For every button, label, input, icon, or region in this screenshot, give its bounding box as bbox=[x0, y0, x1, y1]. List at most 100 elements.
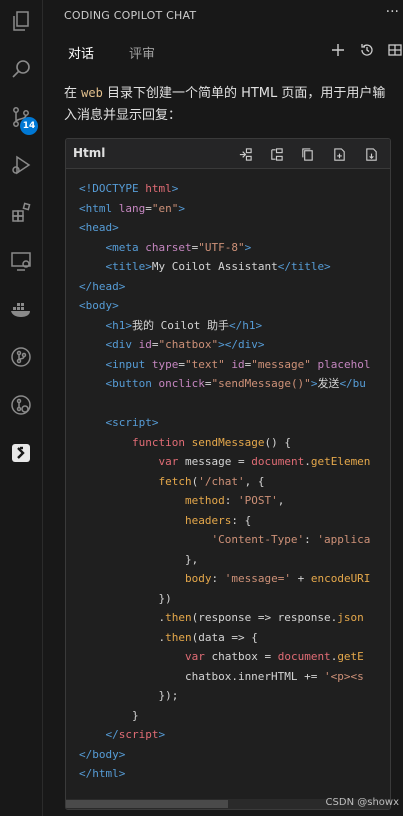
code-token: encodeURI bbox=[310, 572, 371, 585]
new-chat-icon[interactable] bbox=[328, 40, 348, 60]
code-token: () { bbox=[264, 435, 291, 449]
code-token: (data => { bbox=[191, 630, 258, 644]
docker-icon[interactable] bbox=[7, 295, 35, 323]
code-token: 'Content-Type' bbox=[211, 533, 305, 546]
code-line: </head> bbox=[79, 277, 390, 297]
code-line: 'Content-Type': 'applica bbox=[79, 530, 390, 550]
code-token: sendMessage bbox=[191, 435, 265, 449]
search-icon[interactable] bbox=[7, 55, 35, 83]
code-token: then bbox=[165, 630, 192, 644]
code-token: : { bbox=[231, 513, 252, 527]
code-token: </html> bbox=[79, 767, 126, 780]
code-line: }, bbox=[79, 550, 390, 570]
code-line: method: 'POST', bbox=[79, 491, 390, 511]
code-token: </head> bbox=[79, 279, 126, 293]
code-line: <button onclick="sendMessage()">发送</bu bbox=[79, 374, 390, 394]
code-block-header: Html bbox=[66, 139, 390, 169]
code-token: ></div> bbox=[218, 338, 265, 351]
git-graph-icon[interactable] bbox=[7, 343, 35, 371]
scrollbar-thumb[interactable] bbox=[66, 800, 228, 808]
copilot-icon[interactable] bbox=[7, 439, 35, 467]
code-token: + bbox=[290, 572, 311, 585]
code-token: message = bbox=[184, 455, 252, 468]
code-token: var bbox=[184, 650, 212, 663]
watermark: CSDN @showx bbox=[325, 797, 399, 808]
code-token: then bbox=[165, 611, 192, 624]
code-line: </body> bbox=[79, 745, 390, 765]
more-actions-icon[interactable]: ··· bbox=[386, 4, 399, 20]
code-token: 'POST' bbox=[237, 494, 278, 507]
code-token: <meta bbox=[105, 240, 146, 254]
history-icon[interactable] bbox=[357, 40, 377, 60]
code-token: <button bbox=[105, 377, 159, 390]
new-file-icon[interactable] bbox=[330, 145, 348, 163]
tab-chat[interactable]: 对话 bbox=[68, 43, 94, 62]
code-token: 我的 Coilot 助手 bbox=[132, 318, 229, 332]
code-token: > bbox=[171, 182, 179, 195]
code-token: : bbox=[211, 572, 225, 585]
code-token: "message" bbox=[251, 357, 311, 371]
tab-review[interactable]: 评审 bbox=[129, 43, 155, 62]
code-token: <title> bbox=[105, 260, 152, 273]
code-token: json bbox=[337, 611, 364, 624]
code-token: placehol bbox=[317, 357, 371, 371]
code-token: id bbox=[138, 338, 152, 351]
code-line: <h1>我的 Coilot 助手</h1> bbox=[79, 316, 390, 336]
code-token: "chatbox" bbox=[158, 338, 219, 351]
insert-at-cursor-icon[interactable] bbox=[236, 145, 254, 163]
copy-icon[interactable] bbox=[298, 145, 316, 163]
code-token: 发送 bbox=[317, 377, 340, 390]
panel-actions bbox=[323, 40, 403, 60]
layout-icon[interactable] bbox=[385, 40, 403, 60]
extensions-icon[interactable] bbox=[7, 199, 35, 227]
panel-title: CODING COPILOT CHAT bbox=[64, 9, 197, 22]
diff-apply-icon[interactable] bbox=[267, 145, 285, 163]
code-line: <title>My Coilot Assistant</title> bbox=[79, 257, 390, 277]
code-line: <input type="text" id="message" placehol bbox=[79, 355, 390, 375]
code-token: fetch bbox=[158, 474, 192, 488]
code-token: <!DOCTYPE bbox=[79, 182, 146, 195]
code-token: document bbox=[277, 650, 331, 663]
remote-explorer-icon[interactable] bbox=[7, 247, 35, 275]
code-line: .then(data => { bbox=[79, 628, 390, 648]
code-token: onclick bbox=[158, 377, 205, 390]
code-token: > bbox=[244, 240, 252, 254]
prompt-after: 目录下创建一个简单的 HTML 页面，用于用户输入消息并显示回复： bbox=[64, 86, 386, 123]
explorer-icon[interactable] bbox=[7, 7, 35, 35]
prompt-before: 在 bbox=[64, 86, 82, 101]
code-token: type bbox=[151, 357, 179, 371]
save-file-icon[interactable] bbox=[362, 145, 380, 163]
code-line: var chatbox = document.getE bbox=[79, 647, 390, 667]
code-line: chatbox.innerHTML += '<p><s bbox=[79, 667, 390, 687]
code-line: }) bbox=[79, 589, 390, 609]
code-line: <div id="chatbox"></div> bbox=[79, 335, 390, 355]
prompt-keyword: web bbox=[81, 86, 103, 100]
code-token: headers bbox=[184, 513, 232, 527]
source-control-badge: 14 bbox=[20, 117, 38, 135]
code-line: function sendMessage() { bbox=[79, 433, 390, 453]
code-content[interactable]: <!DOCTYPE html> <html lang="en"> <head> <m… bbox=[79, 179, 390, 784]
code-line: <script> bbox=[79, 413, 390, 433]
code-token: = bbox=[145, 201, 152, 215]
run-debug-icon[interactable] bbox=[7, 151, 35, 179]
code-line: body: 'message=' + encodeURI bbox=[79, 569, 390, 589]
chat-panel: CODING COPILOT CHAT ··· 对话 评审 在 web 目录下创… bbox=[44, 0, 403, 816]
code-token: body bbox=[184, 572, 212, 585]
code-token: } bbox=[79, 708, 139, 722]
code-token: = bbox=[178, 357, 185, 371]
code-token: <body> bbox=[79, 299, 119, 312]
git-history-icon[interactable] bbox=[7, 391, 35, 419]
code-token: '<p><s bbox=[324, 669, 364, 683]
code-token: getElemen bbox=[310, 455, 371, 468]
code-token: . bbox=[304, 455, 311, 468]
